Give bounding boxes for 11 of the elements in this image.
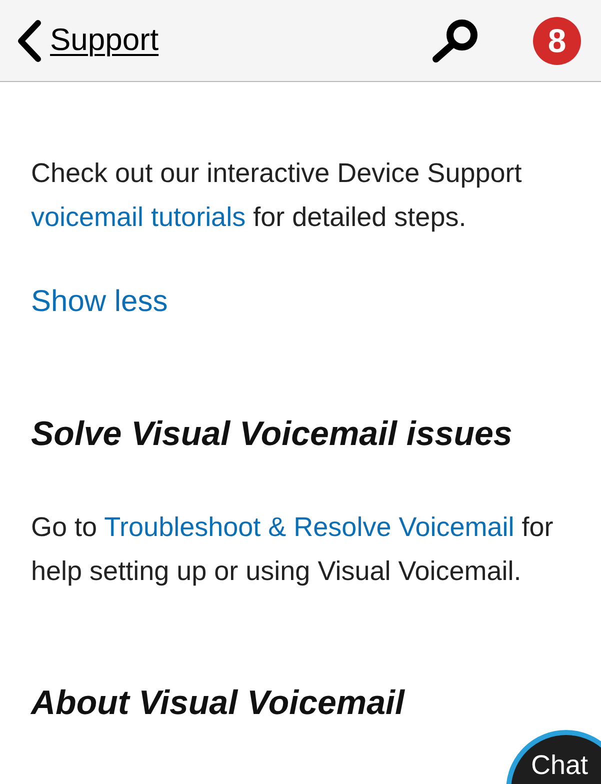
chevron-left-icon [16,18,42,62]
paragraph: Check out our interactive Device Support voicemail tutorials for detailed steps. [31,157,523,234]
notification-badge[interactable]: 8 [533,16,581,64]
text-link[interactable]: voicemail tutorials [31,202,246,232]
text-link[interactable]: Troubleshoot & Resolve Voicemail [104,512,514,542]
section-heading: Solve Visual Voicemail issues [31,414,514,455]
show-less-link[interactable]: Show less [31,280,570,324]
chat-button[interactable]: Chat [506,730,601,784]
back-button[interactable]: Support [16,17,159,64]
section-heading: About Visual Voicemail [31,683,406,724]
paragraph: Go to Troubleshoot & Resolve Voicemail for help setting up or using Visual Voicemail. [31,511,554,588]
